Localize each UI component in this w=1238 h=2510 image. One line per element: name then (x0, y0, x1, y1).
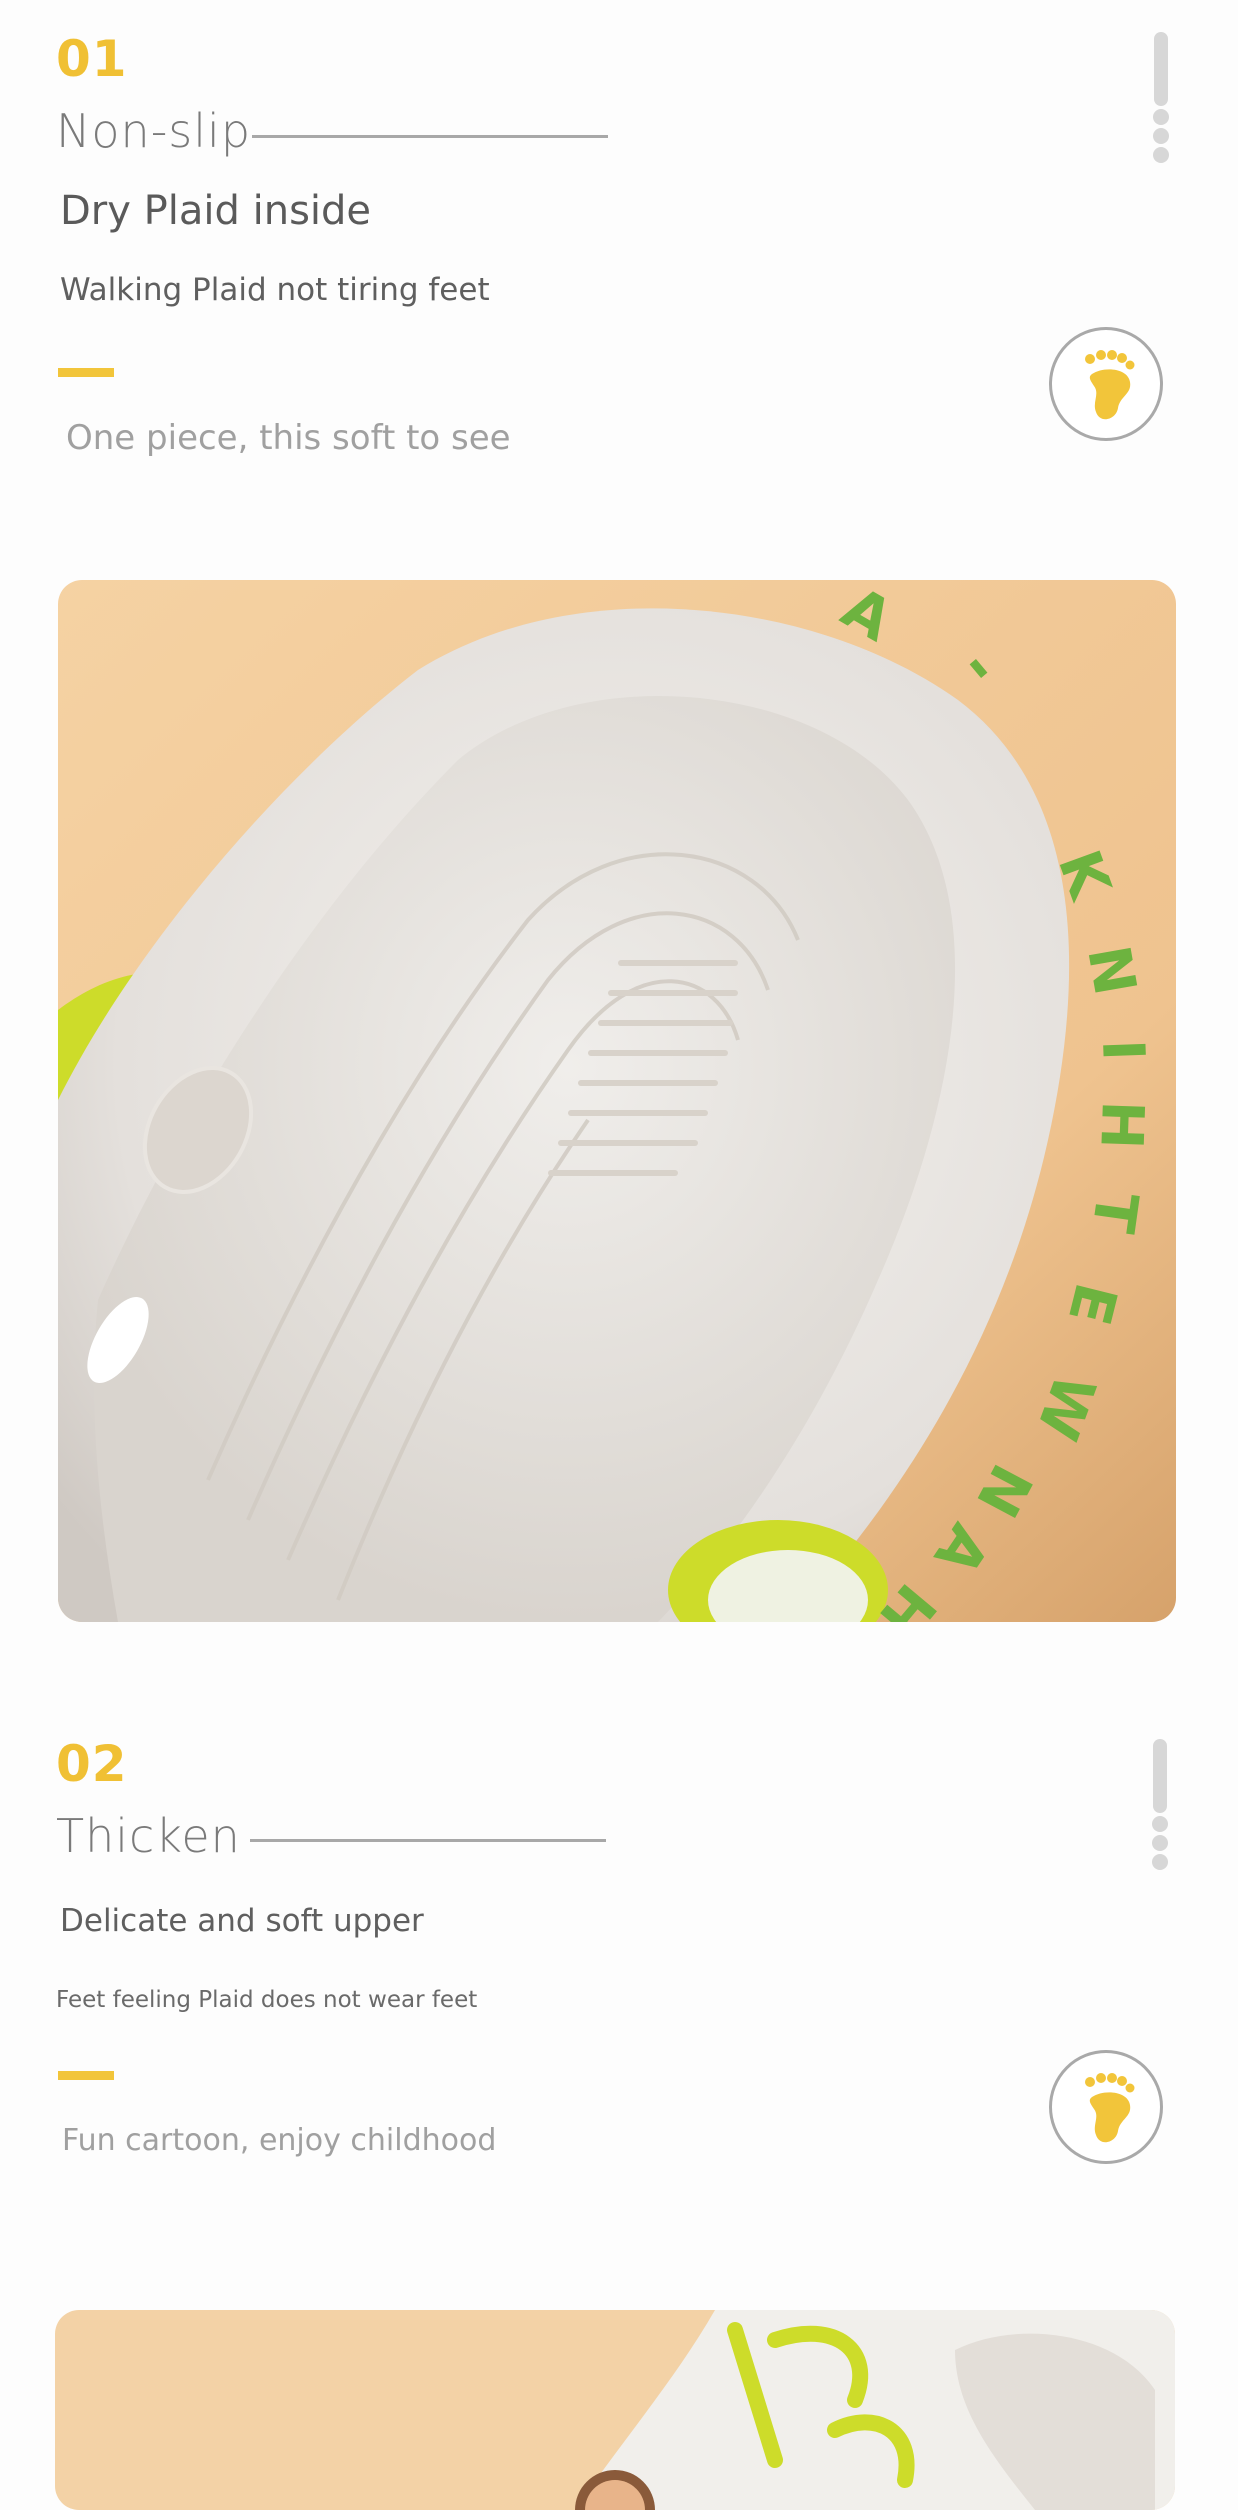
product-photo-upper (55, 2310, 1175, 2510)
product-photo-insole: K N I H T E W N A H - A (58, 580, 1176, 1622)
section-headline: Dry Plaid inside (60, 188, 372, 234)
section-headline: Delicate and soft upper (60, 1903, 424, 1939)
foot-badge (1049, 2050, 1163, 2164)
foot-icon (1085, 350, 1135, 420)
foot-icon (1085, 2073, 1135, 2143)
svg-text:I: I (1089, 1038, 1158, 1062)
section-subline: Walking Plaid not tiring feet (60, 272, 490, 308)
label-divider (250, 1839, 606, 1842)
label-divider (252, 135, 608, 138)
accent-bar (58, 368, 114, 377)
section-number: 01 (56, 30, 128, 88)
scroll-indicator-icon (1151, 1739, 1169, 1870)
accent-bar (58, 2071, 114, 2080)
section-subline: Feet feeling Plaid does not wear feet (56, 1987, 478, 2013)
section-tagline: Fun cartoon, enjoy childhood (62, 2123, 497, 2158)
section-label: Thicken (56, 1809, 241, 1863)
svg-text:H: H (1087, 1100, 1157, 1151)
scroll-indicator-icon (1152, 32, 1170, 163)
foot-badge (1049, 327, 1163, 441)
section-tagline: One piece, this soft to see (66, 418, 511, 458)
section-label: Non-slip (56, 104, 252, 158)
section-number: 02 (56, 1735, 128, 1793)
